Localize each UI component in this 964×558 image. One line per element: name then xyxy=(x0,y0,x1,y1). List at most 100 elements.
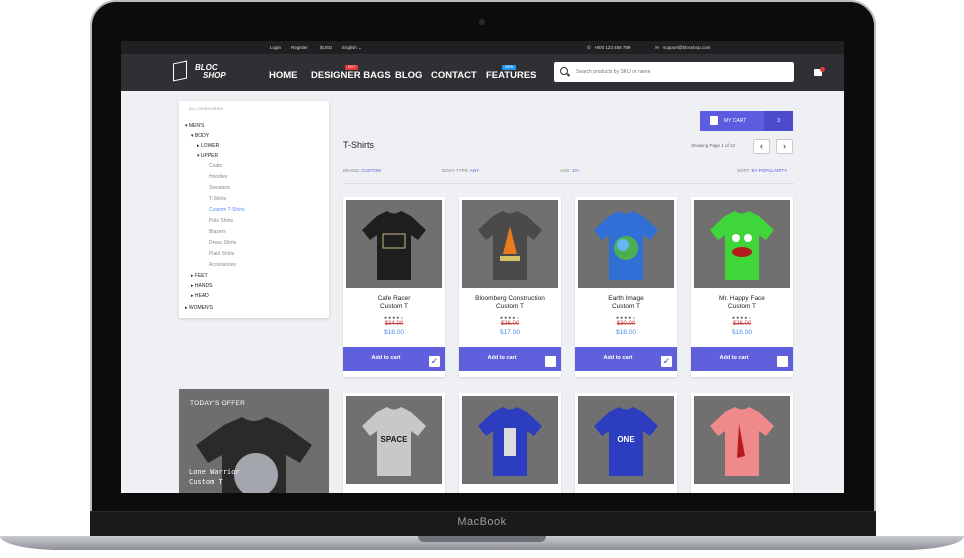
phone-number: +800 123 456 789 xyxy=(594,45,631,50)
rating-stars: ★★★★☆ xyxy=(383,315,405,320)
tshirt-image xyxy=(478,211,542,280)
divider xyxy=(343,183,794,184)
add-to-cart-button[interactable]: Add to cart ✓ xyxy=(575,347,677,371)
body-type-filter[interactable]: BODY TYPE: ANY xyxy=(442,168,479,173)
product-card[interactable]: Mr. Happy Face Custom T ★★★★☆ $26.00 $16.… xyxy=(691,197,793,377)
register-link[interactable]: Register xyxy=(291,45,308,50)
nav-features[interactable]: FEATURES xyxy=(486,70,537,81)
tshirt-image xyxy=(710,211,774,280)
product-image[interactable] xyxy=(346,200,442,288)
product-card[interactable]: SPACE xyxy=(343,393,445,493)
next-page-button[interactable]: › xyxy=(776,139,793,154)
sidebar-item-custom-t-shirts[interactable]: Custom T-Shirts xyxy=(209,207,245,213)
sidebar-item-blazers[interactable]: Blazers xyxy=(209,229,226,235)
sidebar-item-polo-shirts[interactable]: Polo Shirts xyxy=(209,218,233,224)
compare-checkbox[interactable] xyxy=(545,356,556,367)
nav-blog[interactable]: BLOG xyxy=(395,70,422,81)
search-icon xyxy=(560,67,568,75)
laptop-frame: MacBook Login Register $USD English ⌄ ✆ … xyxy=(0,0,964,558)
utility-bar: Login Register $USD English ⌄ ✆ +800 123… xyxy=(121,41,844,54)
shirt-print-text: ONE xyxy=(617,435,635,444)
product-image[interactable] xyxy=(694,200,790,288)
prev-page-button[interactable]: ‹ xyxy=(753,139,770,154)
shopping-bag-icon xyxy=(710,116,718,125)
product-image[interactable] xyxy=(694,396,790,484)
price: $16.00 xyxy=(732,329,752,336)
sidebar-item-upper[interactable]: ▾ UPPER xyxy=(197,153,218,159)
nav-designer-bags[interactable]: DESIGNER BAGS xyxy=(311,70,391,81)
tshirt-image xyxy=(478,407,542,476)
logo-cube-icon xyxy=(173,60,187,82)
page-indicator: Showing Page 1 of 12 xyxy=(691,143,736,148)
login-link[interactable]: Login xyxy=(270,45,281,50)
add-to-cart-button[interactable]: Add to cart xyxy=(459,347,561,371)
sidebar-heading: ALL CATEGORIES xyxy=(189,106,224,111)
brand-filter[interactable]: BRAND: CUSTOM xyxy=(343,168,381,173)
search-box xyxy=(554,62,794,82)
product-image[interactable] xyxy=(462,396,558,484)
old-price: $26.00 xyxy=(500,321,520,327)
phone-icon: ✆ xyxy=(587,45,591,50)
sidebar-item-feet[interactable]: ▸ FEET xyxy=(191,273,208,279)
sidebar-item-sweaters[interactable]: Sweaters xyxy=(209,185,230,191)
camera-dot xyxy=(479,19,485,25)
product-card[interactable]: Earth Image Custom T ★★★★☆ $30.00 $18.00 … xyxy=(575,197,677,377)
shirt-print-text: SPACE xyxy=(381,435,409,444)
add-to-cart-button[interactable]: Add to cart ✓ xyxy=(343,347,445,371)
price: $18.00 xyxy=(616,329,636,336)
sidebar-item-plaid-shirts[interactable]: Plaid Shirts xyxy=(209,251,234,257)
offer-title: TODAY'S OFFER xyxy=(190,400,246,407)
nav-contact[interactable]: CONTACT xyxy=(431,70,477,81)
todays-offer[interactable]: TODAY'S OFFER Lone Warrior Custom T xyxy=(179,389,329,493)
price: $17.00 xyxy=(500,329,520,336)
product-name[interactable]: Cafe Racer Custom T xyxy=(343,295,445,310)
mail-icon: ✉ xyxy=(655,45,659,50)
product-image[interactable]: SPACE xyxy=(346,396,442,484)
sidebar-item-t-shirts[interactable]: T-Shirts xyxy=(209,196,226,202)
add-to-cart-button[interactable]: Add to cart xyxy=(691,347,793,371)
product-card[interactable]: Bloomberg Construction Custom T ★★★★☆ $26… xyxy=(459,197,561,377)
nav-home[interactable]: HOME xyxy=(269,70,298,81)
sidebar-item-body[interactable]: ▾ BODY xyxy=(191,133,209,139)
product-card[interactable]: Cafe Racer Custom T ★★★★☆ $34.00 $18.00 A… xyxy=(343,197,445,377)
product-card[interactable]: ONE xyxy=(575,393,677,493)
product-image[interactable] xyxy=(462,200,558,288)
laptop-notch xyxy=(418,536,546,542)
sidebar-item-hands[interactable]: ▸ HANDS xyxy=(191,283,212,289)
sidebar-item-womens[interactable]: ▸ WOMEN'S xyxy=(185,305,213,311)
logo[interactable]: BLOC SHOP xyxy=(173,59,243,85)
sidebar-item-accessories[interactable]: Accessories xyxy=(209,262,236,268)
compare-checkbox[interactable]: ✓ xyxy=(429,356,440,367)
sidebar-item-mens[interactable]: ▾ MEN'S xyxy=(185,123,204,129)
product-name[interactable]: Mr. Happy Face Custom T xyxy=(691,295,793,310)
compare-checkbox[interactable]: ✓ xyxy=(661,356,672,367)
old-price: $34.00 xyxy=(384,321,404,327)
my-cart-label: MY CART xyxy=(724,118,747,124)
my-cart-button[interactable]: MY CART 3 xyxy=(700,111,793,131)
sidebar-item-head[interactable]: ▸ HEAD xyxy=(191,293,209,299)
offer-product-name: Lone Warrior Custom T xyxy=(189,468,240,486)
currency-select[interactable]: $USD xyxy=(320,45,332,50)
language-select[interactable]: English ⌄ xyxy=(342,45,362,51)
product-name[interactable]: Earth Image Custom T xyxy=(575,295,677,310)
sidebar-item-coats[interactable]: Coats xyxy=(209,163,222,169)
support-email[interactable]: support@blocshop.com xyxy=(663,45,710,50)
search-input[interactable] xyxy=(576,62,786,82)
product-image[interactable]: ONE xyxy=(578,396,674,484)
category-sidebar: ALL CATEGORIES ▾ MEN'S ▾ BODY ▸ LOWER ▾ … xyxy=(179,101,329,318)
age-filter[interactable]: AGE: 10+ xyxy=(560,168,580,173)
product-image[interactable] xyxy=(578,200,674,288)
tshirt-image xyxy=(362,211,426,280)
product-card[interactable] xyxy=(691,393,793,493)
rating-stars: ★★★★☆ xyxy=(615,315,637,320)
sidebar-item-hoodies[interactable]: Hoodies xyxy=(209,174,227,180)
product-card[interactable] xyxy=(459,393,561,493)
sidebar-item-dress-shirts[interactable]: Dress Shirts xyxy=(209,240,236,246)
rating-stars: ★★★★☆ xyxy=(499,315,521,320)
screen: Login Register $USD English ⌄ ✆ +800 123… xyxy=(121,41,844,493)
sidebar-item-lower[interactable]: ▸ LOWER xyxy=(197,143,219,149)
sort-select[interactable]: SORT: BY POPULARITY xyxy=(737,168,787,173)
product-name[interactable]: Bloomberg Construction Custom T xyxy=(459,295,561,310)
compare-checkbox[interactable] xyxy=(777,356,788,367)
cart-count: 3 xyxy=(764,111,793,131)
